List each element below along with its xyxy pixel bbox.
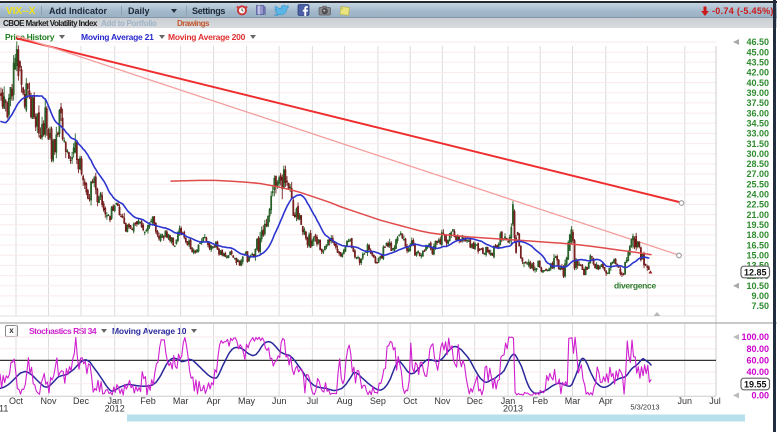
svg-text:28.50: 28.50 — [746, 159, 769, 169]
svg-text:Jul: Jul — [307, 396, 319, 406]
svg-text:Nov: Nov — [40, 396, 57, 406]
svg-text:19.55: 19.55 — [744, 379, 767, 389]
svg-text:Jul: Jul — [709, 396, 721, 406]
svg-text:Jun: Jun — [272, 396, 287, 406]
svg-text:27.00: 27.00 — [746, 169, 769, 179]
svg-text:37.50: 37.50 — [746, 98, 769, 108]
svg-text:40.50: 40.50 — [746, 78, 769, 88]
svg-text:Sep: Sep — [370, 396, 386, 406]
svg-text:31.50: 31.50 — [746, 139, 769, 149]
svg-text:39.00: 39.00 — [746, 88, 769, 98]
svg-text:9.00: 9.00 — [751, 291, 769, 301]
svg-text:12.85: 12.85 — [744, 267, 767, 277]
svg-text:May: May — [238, 396, 256, 406]
svg-text:40.00: 40.00 — [746, 367, 769, 377]
svg-text:10.50: 10.50 — [746, 281, 769, 291]
svg-text:36.00: 36.00 — [746, 108, 769, 118]
svg-text:43.50: 43.50 — [746, 58, 769, 68]
svg-text:80.00: 80.00 — [746, 344, 769, 354]
svg-text:Nov: Nov — [434, 396, 451, 406]
svg-text:45.00: 45.00 — [746, 47, 769, 57]
svg-text:Jun: Jun — [678, 396, 693, 406]
svg-text:Mar: Mar — [565, 396, 581, 406]
svg-text:Oct: Oct — [9, 396, 24, 406]
svg-text:Dec: Dec — [73, 396, 90, 406]
svg-text:100.00: 100.00 — [741, 332, 769, 342]
svg-text:33.00: 33.00 — [746, 129, 769, 139]
svg-text:Mar: Mar — [173, 396, 189, 406]
svg-text:7.50: 7.50 — [751, 301, 769, 311]
svg-text:0.00: 0.00 — [751, 391, 769, 401]
svg-text:Dec: Dec — [467, 396, 484, 406]
svg-text:Aug: Aug — [337, 396, 353, 406]
svg-text:16.50: 16.50 — [746, 240, 769, 250]
svg-text:2012: 2012 — [105, 404, 125, 414]
svg-text:11: 11 — [0, 404, 8, 414]
svg-text:2013: 2013 — [503, 404, 523, 414]
svg-text:34.50: 34.50 — [746, 118, 769, 128]
svg-text:Oct: Oct — [403, 396, 418, 406]
svg-text:30.00: 30.00 — [746, 149, 769, 159]
svg-text:25.50: 25.50 — [746, 179, 769, 189]
svg-text:Apr: Apr — [206, 396, 220, 406]
svg-text:42.00: 42.00 — [746, 68, 769, 78]
svg-text:15.00: 15.00 — [746, 251, 769, 261]
svg-text:22.50: 22.50 — [746, 200, 769, 210]
svg-text:Feb: Feb — [140, 396, 156, 406]
svg-text:5/3/2013: 5/3/2013 — [630, 403, 659, 412]
svg-text:18.00: 18.00 — [746, 230, 769, 240]
svg-text:Apr: Apr — [599, 396, 613, 406]
svg-text:divergence: divergence — [614, 281, 656, 291]
svg-text:21.00: 21.00 — [746, 210, 769, 220]
svg-text:60.00: 60.00 — [746, 356, 769, 366]
svg-text:Feb: Feb — [532, 396, 548, 406]
svg-text:24.00: 24.00 — [746, 190, 769, 200]
svg-text:19.50: 19.50 — [746, 220, 769, 230]
svg-text:46.50: 46.50 — [746, 37, 769, 47]
